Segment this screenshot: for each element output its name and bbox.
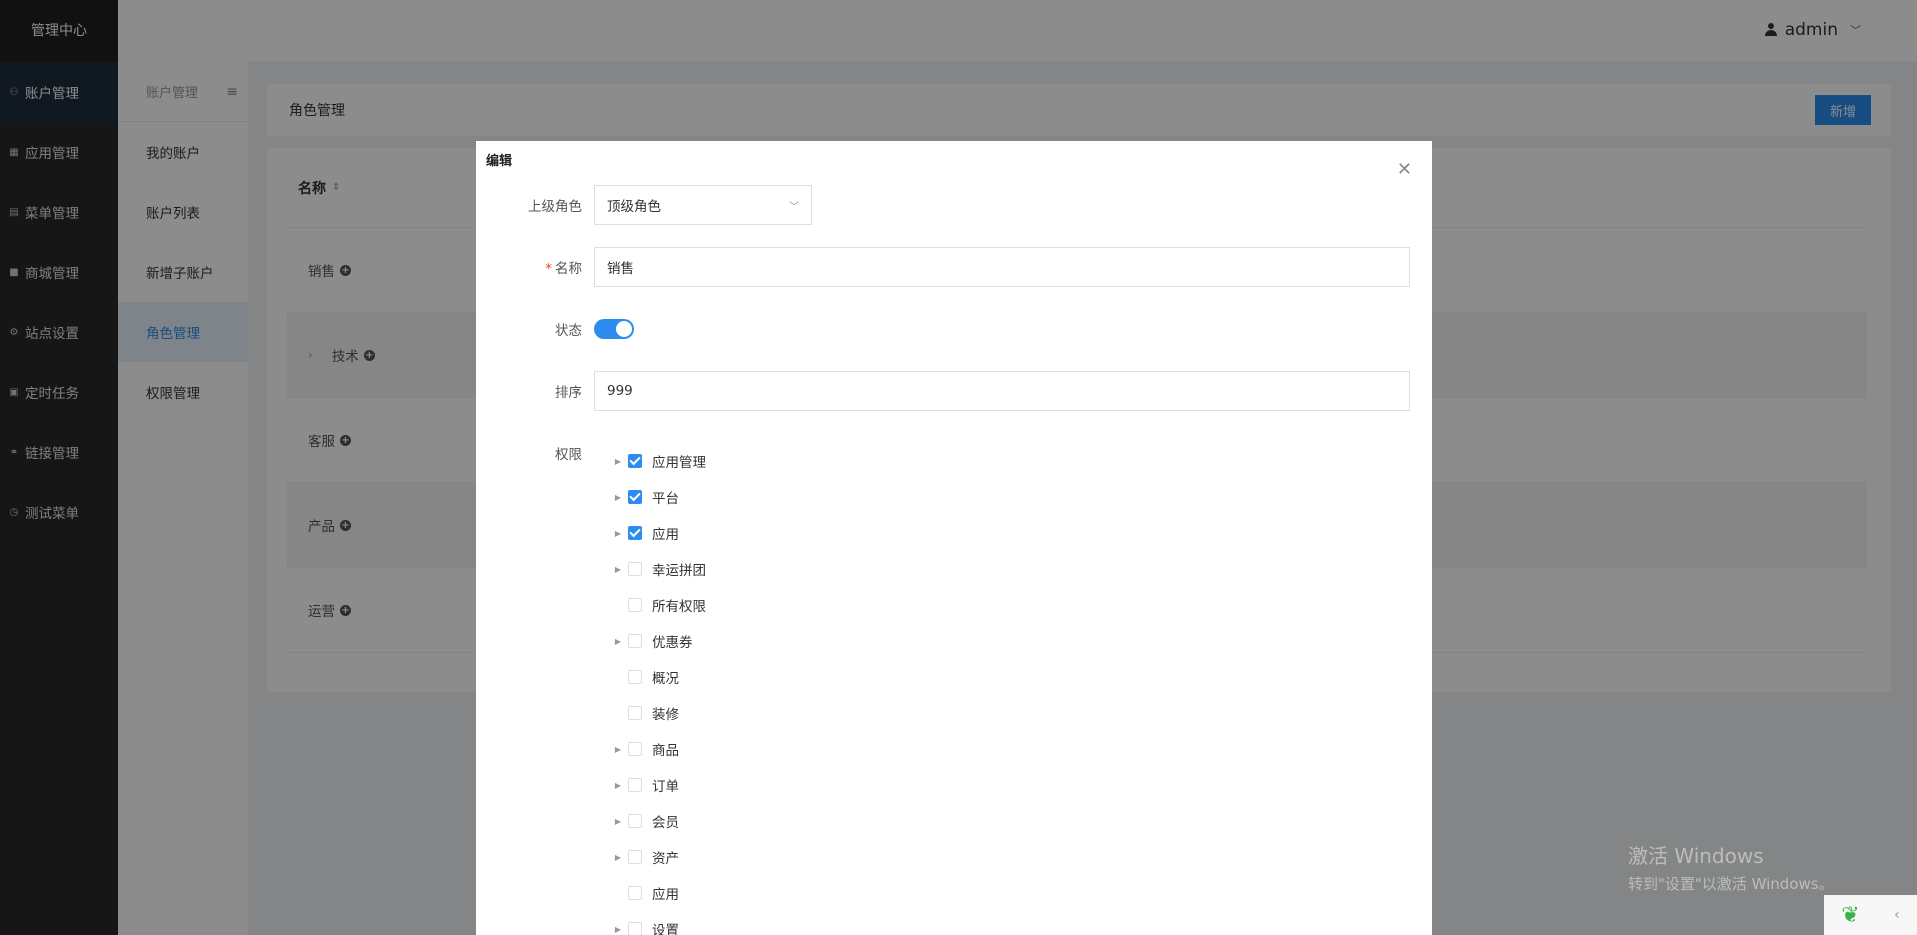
- windows-activation-watermark: 激活 Windows 转到"设置"以激活 Windows。: [1628, 840, 1834, 894]
- permission-label-text: 订单: [652, 779, 679, 795]
- permission-node[interactable]: ▶ 设置: [612, 911, 706, 935]
- permission-checkbox[interactable]: [628, 850, 642, 864]
- name-label: * 名称: [476, 257, 594, 277]
- chevron-down-icon: ﹀: [789, 201, 799, 213]
- edit-role-modal: 编辑 ✕ 上级角色 顶级角色 ﹀ * 名称 销售 状态 排序 999 权限 ▶ 应用…: [476, 141, 1432, 935]
- permission-node[interactable]: 所有权限: [612, 587, 706, 623]
- permission-label-text: 应用: [652, 527, 679, 543]
- permission-label-text: 幸运拼团: [652, 563, 706, 579]
- permission-label-text: 商品: [652, 743, 679, 759]
- name-label-text: 名称: [555, 261, 582, 277]
- name-row: * 名称 销售: [476, 247, 1410, 287]
- permission-node[interactable]: 概况: [612, 659, 706, 695]
- permission-node[interactable]: ▶ 应用: [612, 515, 706, 551]
- permission-row: 权限: [476, 443, 594, 463]
- permission-checkbox[interactable]: [628, 814, 642, 828]
- permission-checkbox[interactable]: [628, 706, 642, 720]
- parent-role-row: 上级角色 顶级角色 ﹀: [476, 185, 812, 225]
- permission-checkbox[interactable]: [628, 778, 642, 792]
- watermark-line-1: 激活 Windows: [1628, 844, 1764, 868]
- permission-label-text: 应用: [652, 887, 679, 903]
- permission-node[interactable]: ▶ 平台: [612, 479, 706, 515]
- chevron-left-icon[interactable]: ‹: [1894, 907, 1900, 923]
- permission-node[interactable]: ▶ 优惠券: [612, 623, 706, 659]
- permission-label-text: 概况: [652, 671, 679, 687]
- required-mark: *: [545, 261, 552, 277]
- parent-role-value: 顶级角色: [607, 199, 661, 215]
- permission-node[interactable]: ▶ 会员: [612, 803, 706, 839]
- permission-node[interactable]: ▶ 商品: [612, 731, 706, 767]
- parent-role-select[interactable]: 顶级角色 ﹀: [594, 185, 812, 225]
- permission-checkbox[interactable]: [628, 562, 642, 576]
- permission-label-text: 资产: [652, 851, 679, 867]
- permission-checkbox[interactable]: [628, 886, 642, 900]
- sort-input-value: 999: [607, 383, 633, 399]
- permission-label-text: 所有权限: [652, 599, 706, 615]
- permission-tree: ▶ 应用管理 ▶ 平台 ▶ 应用 ▶ 幸运拼团所有权限 ▶ 优惠券概况装修 ▶ 商品 ▶ 订单 ▶ 会员 ▶ 资产…: [612, 443, 706, 935]
- watermark-line-2: 转到"设置"以激活 Windows。: [1628, 875, 1834, 893]
- caret-right-icon[interactable]: ▶: [612, 817, 624, 826]
- caret-right-icon[interactable]: ▶: [612, 529, 624, 538]
- close-icon[interactable]: ✕: [1397, 159, 1412, 180]
- caret-right-icon[interactable]: ▶: [612, 637, 624, 646]
- permission-label-text: 优惠券: [652, 635, 693, 651]
- permission-checkbox[interactable]: [628, 490, 642, 504]
- permission-checkbox[interactable]: [628, 598, 642, 612]
- name-input[interactable]: 销售: [594, 247, 1410, 287]
- permission-label-text: 设置: [652, 923, 679, 935]
- sort-row: 排序 999: [476, 371, 1410, 411]
- permission-checkbox[interactable]: [628, 526, 642, 540]
- permission-node[interactable]: ▶ 订单: [612, 767, 706, 803]
- caret-right-icon[interactable]: ▶: [612, 745, 624, 754]
- permission-label-text: 应用管理: [652, 455, 706, 471]
- modal-title: 编辑: [486, 154, 513, 169]
- parent-role-label: 上级角色: [528, 199, 582, 215]
- name-input-value: 销售: [607, 261, 634, 277]
- permission-label-text: 会员: [652, 815, 679, 831]
- permission-checkbox[interactable]: [628, 742, 642, 756]
- permission-node[interactable]: ▶ 应用管理: [612, 443, 706, 479]
- permission-node[interactable]: ▶ 幸运拼团: [612, 551, 706, 587]
- corner-widget: ❦ ‹: [1824, 895, 1917, 935]
- permission-checkbox[interactable]: [628, 454, 642, 468]
- status-row: 状态: [476, 319, 634, 339]
- leaf-logo-icon[interactable]: ❦: [1841, 903, 1859, 928]
- permission-node[interactable]: 应用: [612, 875, 706, 911]
- caret-right-icon[interactable]: ▶: [612, 457, 624, 466]
- permission-node[interactable]: ▶ 资产: [612, 839, 706, 875]
- caret-right-icon[interactable]: ▶: [612, 925, 624, 934]
- sort-label: 排序: [555, 385, 582, 401]
- permission-checkbox[interactable]: [628, 634, 642, 648]
- caret-right-icon[interactable]: ▶: [612, 565, 624, 574]
- permission-label-text: 平台: [652, 491, 679, 507]
- permission-checkbox[interactable]: [628, 670, 642, 684]
- status-label: 状态: [555, 323, 582, 339]
- caret-right-icon[interactable]: ▶: [612, 493, 624, 502]
- caret-right-icon[interactable]: ▶: [612, 853, 624, 862]
- status-toggle[interactable]: [594, 319, 634, 339]
- permission-label-text: 装修: [652, 707, 679, 723]
- permission-checkbox[interactable]: [628, 922, 642, 935]
- permission-node[interactable]: 装修: [612, 695, 706, 731]
- caret-right-icon[interactable]: ▶: [612, 781, 624, 790]
- permission-label: 权限: [555, 447, 582, 463]
- sort-input[interactable]: 999: [594, 371, 1410, 411]
